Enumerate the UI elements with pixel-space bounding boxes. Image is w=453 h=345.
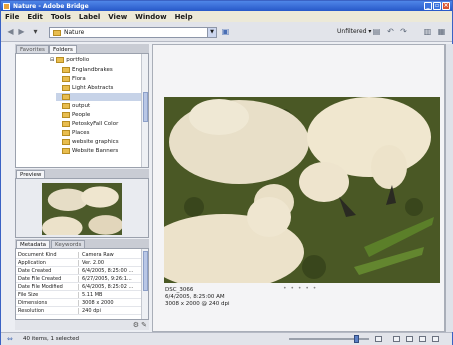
window-title: Nature - Adobe Bridge xyxy=(13,2,89,10)
tree-item[interactable]: Places xyxy=(62,129,90,137)
filter-dropdown[interactable]: Unfiltered ▾ xyxy=(337,28,371,35)
metadata-row: Date File Modified 6/4/2005, 8:25:02 ... xyxy=(16,283,142,291)
menu-window[interactable]: Window xyxy=(135,13,166,21)
metadata-row: Dimensions 3008 x 2000 xyxy=(16,299,142,307)
grid-view-icon[interactable] xyxy=(393,336,400,342)
app-icon xyxy=(3,2,10,10)
filmstrip-view-icon[interactable] xyxy=(406,336,413,342)
content-scrollbar[interactable] xyxy=(445,44,453,332)
folder-icon xyxy=(62,94,70,100)
menu-bar: File Edit Tools Label View Window Help xyxy=(1,11,452,22)
title-bar: Nature - Adobe Bridge _ ▫ × xyxy=(1,1,452,11)
maximize-button[interactable]: ▫ xyxy=(433,2,441,10)
menu-edit[interactable]: Edit xyxy=(27,13,43,21)
versions-view-icon[interactable] xyxy=(432,336,439,342)
location-dropdown[interactable]: Nature ▼ xyxy=(49,27,217,38)
menu-view[interactable]: View xyxy=(108,13,127,21)
edit-pencil-icon[interactable]: ✎ xyxy=(141,321,147,329)
menu-help[interactable]: Help xyxy=(175,13,193,21)
location-text: Nature xyxy=(64,29,85,36)
rotate-right-icon[interactable]: ↷ xyxy=(399,28,408,36)
small-thumb-icon[interactable] xyxy=(375,336,382,342)
folder-icon xyxy=(53,29,61,36)
settings-icon[interactable]: ⚙ xyxy=(133,321,139,329)
folder-icon xyxy=(62,112,70,118)
metadata-row: Document Kind Camera Raw xyxy=(16,251,142,259)
preview-thumbnail xyxy=(42,183,122,235)
preview-panel xyxy=(15,178,149,238)
close-button[interactable]: × xyxy=(442,2,450,10)
rotate-left-icon[interactable]: ↶ xyxy=(386,28,395,36)
image-caption: DSC_3066 6/4/2005, 8:25:00 AM 3008 x 200… xyxy=(165,287,230,308)
resize-handle[interactable]: • • • • • xyxy=(283,285,317,292)
bridge-window: Nature - Adobe Bridge _ ▫ × File Edit To… xyxy=(0,0,453,345)
metadata-row: Date File Created 6/27/2005, 9:26:1... xyxy=(16,275,142,283)
status-text: 40 items, 1 selected xyxy=(23,336,79,342)
folder-icon xyxy=(62,76,70,82)
folder-icon xyxy=(62,139,70,145)
tab-preview[interactable]: Preview xyxy=(16,170,46,178)
tree-item[interactable]: Englandbrakes xyxy=(62,66,113,74)
details-view-icon[interactable] xyxy=(419,336,426,342)
folder-icon xyxy=(62,103,70,109)
go-to-icon[interactable]: ▣ xyxy=(221,28,230,36)
caption-filename: DSC_3066 xyxy=(165,287,194,293)
folder-icon xyxy=(56,57,65,63)
metadata-row: File Size 5.11 MB xyxy=(16,291,142,299)
menu-tools[interactable]: Tools xyxy=(51,13,71,21)
minimize-button[interactable]: _ xyxy=(424,2,432,10)
panel-toggle-icon[interactable]: ⇔ xyxy=(7,335,13,343)
menu-label[interactable]: Label xyxy=(79,13,100,21)
scroll-thumb[interactable] xyxy=(143,92,148,122)
back-icon[interactable]: ◀ xyxy=(6,28,15,36)
tab-metadata[interactable]: Metadata xyxy=(16,240,51,248)
tree-item[interactable]: People xyxy=(62,111,90,119)
folder-scrollbar[interactable] xyxy=(141,54,148,167)
content-panel: • • • • • DSC_3066 6/4/2005, 8:25:00 AM … xyxy=(152,44,445,332)
toolbar: ◀ ▶ ▾ Nature ▼ ▣ Unfiltered ▾ ▤ ↶ ↷ ▥ ▦ xyxy=(1,22,452,42)
folder-icon xyxy=(62,130,70,136)
metadata-footer: ⚙ ✎ xyxy=(15,320,149,330)
up-folder-icon[interactable]: ▾ xyxy=(31,28,40,36)
caption-date: 6/4/2005, 8:25:00 AM xyxy=(165,294,225,300)
forward-icon[interactable]: ▶ xyxy=(17,28,26,36)
metadata-tabs: Metadata Keywords xyxy=(15,239,149,248)
tree-item[interactable]: PetoskyFall Color xyxy=(62,120,118,128)
folder-icon xyxy=(62,85,70,91)
folder-icon xyxy=(62,121,70,127)
metadata-panel: Document Kind Camera Raw Application Ver. … xyxy=(15,248,149,320)
folder-tabs: Favorites Folders xyxy=(15,44,149,53)
preview-tab-row: Preview xyxy=(15,169,149,178)
trash-icon[interactable]: ▥ xyxy=(423,28,432,36)
folder-icon xyxy=(62,67,70,73)
main-image[interactable] xyxy=(164,97,440,283)
left-panels: Favorites Folders ⊟ portfolio Englandbra… xyxy=(15,44,149,332)
new-folder-icon[interactable]: ▤ xyxy=(372,28,381,36)
folder-tree: ⊟ portfolio Englandbrakes Flora Light Ab… xyxy=(15,53,149,168)
thumbnail-size-slider[interactable] xyxy=(289,335,369,343)
metadata-row: Resolution 240 dpi xyxy=(16,307,142,315)
metadata-scrollbar[interactable] xyxy=(141,249,148,319)
tree-item[interactable]: output xyxy=(62,102,90,110)
tree-item[interactable]: website graphics xyxy=(62,138,119,146)
tree-item[interactable]: Flora xyxy=(62,75,86,83)
metadata-row: Date Created 6/4/2005, 8:25:00 ... xyxy=(16,267,142,275)
status-bar: ⇔ 40 items, 1 selected xyxy=(1,332,452,345)
caption-dimensions: 3008 x 2000 @ 240 dpi xyxy=(165,301,230,307)
folder-icon xyxy=(62,148,70,154)
tab-keywords[interactable]: Keywords xyxy=(51,240,86,248)
tab-favorites[interactable]: Favorites xyxy=(16,45,49,53)
tree-item[interactable]: Light Abstracts xyxy=(62,84,113,92)
tree-item-selected[interactable] xyxy=(56,93,142,101)
slider-knob[interactable] xyxy=(354,335,359,343)
metadata-row: Application Ver. 2.00 xyxy=(16,259,142,267)
tree-item[interactable]: Website Banners xyxy=(62,147,118,155)
collapse-icon[interactable]: ⊟ xyxy=(50,57,54,63)
scroll-thumb[interactable] xyxy=(143,251,148,291)
tab-folders[interactable]: Folders xyxy=(49,45,77,53)
menu-file[interactable]: File xyxy=(5,13,19,21)
tree-item-portfolio[interactable]: ⊟ portfolio xyxy=(50,56,89,64)
print-icon[interactable]: ▦ xyxy=(437,28,446,36)
chevron-down-icon[interactable]: ▼ xyxy=(207,28,216,37)
